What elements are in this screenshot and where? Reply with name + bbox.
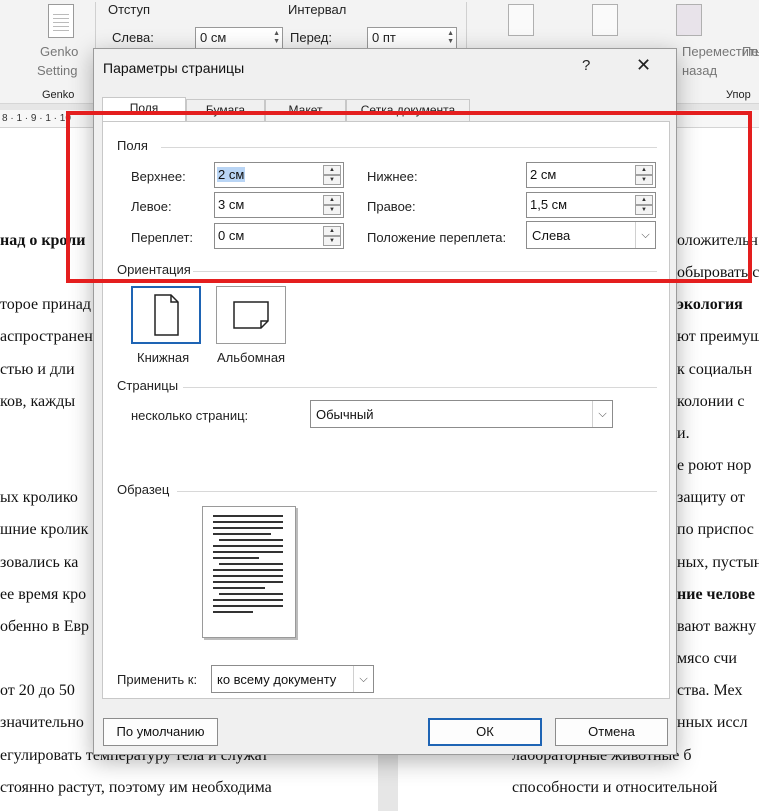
tab-layout[interactable]: Макет [265, 99, 346, 121]
dropdown-chevron-icon: ⌵ [353, 666, 373, 692]
doc-line: ние челове [677, 586, 755, 603]
interval-title: Интервал [288, 2, 347, 17]
dropdown-chevron-icon: ⌵ [635, 222, 655, 248]
spin-down-icon: ▼ [635, 205, 653, 215]
doc-line: и. [677, 425, 690, 442]
bottom-margin-input[interactable]: 2 см ▲ ▼ [526, 162, 656, 188]
doc-line: ют преимущ [677, 328, 759, 345]
doc-line: стью и дли [0, 361, 75, 378]
genko-setting-label-1[interactable]: Genko [40, 44, 78, 59]
position-icon[interactable] [508, 4, 534, 36]
tab-document-grid[interactable]: Сетка документа [346, 99, 470, 121]
page-preview [202, 506, 296, 638]
portrait-button[interactable] [131, 286, 201, 344]
genko-setting-icon[interactable] [48, 4, 74, 38]
landscape-page-icon [233, 301, 269, 329]
doc-line: над о кроли [0, 232, 86, 249]
spin-down-icon: ▼ [323, 175, 341, 185]
page-setup-dialog: Параметры страницы ? ✕ Поля Бумага Макет… [93, 48, 677, 755]
genko-setting-label-2[interactable]: Setting [37, 63, 77, 78]
spin-down-icon: ▼ [323, 236, 341, 246]
doc-line: ых кролико [0, 489, 78, 506]
doc-line: торое принад [0, 296, 92, 313]
doc-line: ства. Мех [677, 682, 743, 699]
spin-down-icon: ▼ [323, 205, 341, 215]
landscape-button[interactable] [216, 286, 286, 344]
spin-up-icon: ▲ [635, 165, 653, 175]
top-margin-input[interactable]: 2 см ▲ ▼ [214, 162, 344, 188]
bring-forward-icon[interactable] [676, 4, 702, 36]
doc-line: экология [677, 296, 743, 313]
gutter-position-label: Положение переплета: [367, 230, 507, 245]
doc-line: стоянно растут, поэтому им необходима [0, 779, 272, 796]
indent-title: Отступ [108, 2, 151, 17]
spacing-before-label: Перед: [290, 30, 332, 45]
doc-line: обенно в Евр [0, 618, 90, 635]
set-default-button[interactable]: По умолчанию [103, 718, 218, 746]
doc-line: ее время кро [0, 586, 87, 603]
help-icon[interactable]: ? [582, 57, 590, 74]
doc-line: зовались ка [0, 554, 79, 571]
doc-line: шние кролик [0, 521, 89, 538]
close-icon[interactable]: ✕ [636, 55, 651, 76]
ok-button[interactable]: ОК [428, 718, 542, 746]
orientation-section-label: Ориентация [117, 262, 191, 277]
doc-line: защиту от [677, 489, 745, 506]
cancel-button[interactable]: Отмена [555, 718, 668, 746]
left-margin-label: Левое: [131, 199, 172, 214]
tab-paper[interactable]: Бумага [186, 99, 265, 121]
spin-up-icon: ▲ [323, 226, 341, 236]
doc-line: колонии с [677, 393, 745, 410]
indent-left-input[interactable]: 0 см ▲ ▼ [195, 27, 283, 49]
tab-margins[interactable]: Поля [102, 97, 186, 122]
right-margin-input[interactable]: 1,5 см ▲ ▼ [526, 192, 656, 218]
portrait-page-icon [154, 294, 179, 336]
landscape-label[interactable]: Альбомная [217, 350, 285, 365]
dialog-title: Параметры страницы [103, 60, 245, 76]
gutter-input[interactable]: 0 см ▲ ▼ [214, 223, 344, 249]
doc-line: по приспос [677, 521, 754, 538]
wrap-text-icon[interactable] [592, 4, 618, 36]
margins-panel: Поля Верхнее: 2 см ▲ ▼ Нижнее: 2 см ▲ ▼ Ле… [102, 121, 670, 699]
doc-line: вают важну [677, 618, 757, 635]
doc-line: значительно [0, 714, 84, 731]
spin-up-icon: ▲ [635, 195, 653, 205]
doc-line: нных иссл [677, 714, 748, 731]
genko-group-label: Genko [42, 89, 75, 101]
dropdown-chevron-icon: ⌵ [592, 401, 612, 427]
top-margin-label: Верхнее: [131, 169, 186, 184]
doc-line: мясо счи [677, 650, 737, 667]
doc-line: ных, пустын [677, 554, 759, 571]
doc-line: аспространен [0, 328, 93, 345]
multiple-pages-select[interactable]: Обычный ⌵ [310, 400, 613, 428]
doc-line: к социальн [677, 361, 753, 378]
indent-left-label: Слева: [112, 30, 154, 45]
spin-down-icon: ▼ [635, 175, 653, 185]
gutter-position-select[interactable]: Слева ⌵ [526, 221, 656, 249]
doc-line: от 20 до 50 [0, 682, 75, 699]
spin-up-icon: ▲ [323, 195, 341, 205]
move-back-label-2[interactable]: назад [682, 63, 717, 78]
doc-line: оложительн [677, 232, 758, 249]
spacing-before-input[interactable]: 0 пт ▲ ▼ [367, 27, 457, 49]
doc-line: способности и относительной [512, 779, 718, 796]
arrange-group-label: Упор [726, 89, 751, 101]
multiple-pages-label: несколько страниц: [131, 408, 249, 423]
right-margin-label: Правое: [367, 199, 416, 214]
apply-to-label: Применить к: [117, 672, 198, 687]
gutter-label: Переплет: [131, 230, 194, 245]
move-forward-label[interactable]: Пе [742, 44, 759, 59]
margins-section-label: Поля [117, 138, 148, 153]
doc-line: е роют нор [677, 457, 752, 474]
preview-section-label: Образец [117, 482, 170, 497]
doc-line: обыровать с [677, 264, 759, 281]
spin-up-icon: ▲ [323, 165, 341, 175]
portrait-label[interactable]: Книжная [137, 350, 189, 365]
doc-line: ков, кажды [0, 393, 76, 410]
apply-to-select[interactable]: ко всему документу ⌵ [211, 665, 374, 693]
bottom-margin-label: Нижнее: [367, 169, 418, 184]
left-margin-input[interactable]: 3 см ▲ ▼ [214, 192, 344, 218]
pages-section-label: Страницы [117, 378, 179, 393]
